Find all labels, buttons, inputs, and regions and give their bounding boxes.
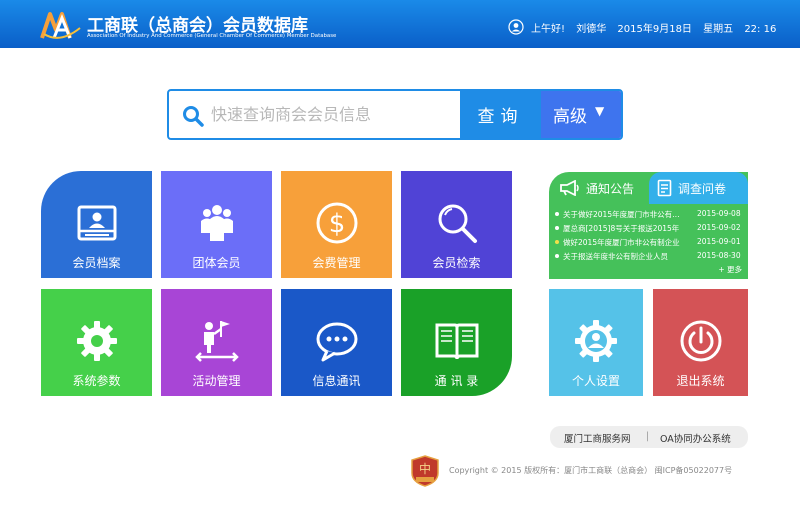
tile-fee-management[interactable]: $ 会费管理	[281, 171, 392, 278]
tile-personal-settings[interactable]: 个人设置	[549, 289, 643, 396]
chevron-down-icon: ▼	[595, 103, 605, 118]
tile-messaging[interactable]: 信息通讯	[281, 289, 392, 396]
link-oa-system[interactable]: OA协同办公系统	[660, 431, 731, 445]
list-item[interactable]: 关于做好2015年度厦门市非公有制企业 2015-09-08	[549, 208, 748, 222]
tile-label: 退出系统	[676, 374, 725, 388]
link-xiamen-business-service[interactable]: 厦门工商服务网	[564, 431, 631, 445]
tab-survey-label: 调查问卷	[678, 181, 727, 196]
quick-links: 厦门工商服务网 | OA协同办公系统	[550, 426, 748, 448]
megaphone-icon	[560, 180, 579, 196]
link-separator: |	[646, 431, 650, 442]
user-icon[interactable]	[508, 19, 524, 35]
notice-date: 2015-09-08	[697, 209, 741, 218]
seal-char: 中	[419, 461, 431, 476]
notice-tabs: 通知公告 调查问卷	[549, 172, 748, 204]
list-item[interactable]: 做好2015年度厦门市非公有制企业 2015-09-01	[549, 236, 748, 250]
tile-label: 会员档案	[72, 256, 121, 270]
notice-panel: 通知公告 调查问卷 关于做好2015年度厦门市非公有制企业 2015-09-08…	[549, 172, 748, 279]
user-name[interactable]: 刘德华	[576, 24, 606, 35]
app-logo-icon	[40, 12, 81, 39]
tile-label: 系统参数	[72, 374, 121, 388]
notice-title: 做好2015年度厦门市非公有制企业	[563, 238, 680, 247]
seal-logo-icon: 中	[411, 455, 439, 487]
list-item[interactable]: 关于报送年度非公有制企业人员 2015-08-30	[549, 250, 748, 264]
tile-label: 活动管理	[192, 374, 241, 388]
tile-label: 信息通讯	[312, 374, 361, 388]
top-header: 工商联（总商会）会员数据库 Association Of Industry An…	[0, 0, 800, 48]
open-book-icon	[435, 323, 478, 360]
tile-label: 团体会员	[192, 256, 241, 270]
tile-label: 会员检索	[432, 256, 481, 270]
current-date: 2015年9月18日	[617, 24, 692, 35]
power-icon	[680, 320, 721, 362]
notice-date: 2015-09-01	[697, 237, 741, 246]
more-link[interactable]: + 更多	[718, 264, 742, 275]
bullet-icon	[555, 254, 559, 258]
tile-member-search[interactable]: 会员检索	[401, 171, 512, 278]
gear-icon	[76, 321, 117, 361]
current-time: 22: 16	[744, 24, 777, 35]
tile-label: 通 讯 录	[434, 374, 479, 388]
greeting-text: 上午好!	[531, 24, 566, 35]
chat-bubble-icon	[316, 322, 357, 362]
member-archive-icon	[77, 205, 116, 241]
advanced-search-label: 高级	[553, 107, 587, 127]
tile-activity-management[interactable]: 活动管理	[161, 289, 272, 396]
search-icon	[183, 106, 204, 127]
notice-date: 2015-09-02	[697, 223, 741, 232]
activity-flag-icon	[194, 321, 239, 362]
greeting-bar: 上午好! 刘德华 2015年9月18日 星期五 22: 16	[531, 20, 784, 35]
tile-label: 会费管理	[312, 256, 361, 270]
bullet-icon	[555, 212, 559, 216]
copyright-text: Copyright © 2015 版权所有：厦门市工商联（总商会） 闽ICP备0…	[449, 466, 733, 475]
tile-logout[interactable]: 退出系统	[653, 289, 748, 396]
group-people-icon	[200, 205, 233, 241]
dollar-icon: $	[316, 202, 357, 244]
notice-date: 2015-08-30	[697, 251, 741, 260]
app-subtitle: Association Of Industry And Commerce (Ge…	[87, 33, 337, 39]
search-bar: 查询 高级 ▼	[167, 89, 623, 140]
notice-title: 厦总商[2015]8号关于报送2015年	[563, 224, 680, 233]
bullet-icon	[555, 240, 559, 244]
tab-notice[interactable]: 通知公告	[549, 172, 649, 204]
tile-group-member[interactable]: 团体会员	[161, 171, 272, 278]
notice-title: 关于做好2015年度厦门市非公有制企业	[563, 210, 681, 219]
notice-list: 关于做好2015年度厦门市非公有制企业 2015-09-08 厦总商[2015]…	[549, 208, 748, 264]
list-item[interactable]: 厦总商[2015]8号关于报送2015年 2015-09-02	[549, 222, 748, 236]
tile-address-book[interactable]: 通 讯 录	[401, 289, 512, 396]
footer-logo: 中	[410, 455, 440, 487]
tab-survey[interactable]: 调查问卷	[649, 172, 748, 204]
survey-form-icon	[657, 179, 672, 197]
search-button[interactable]: 查询	[460, 91, 541, 138]
magnifier-icon	[438, 204, 477, 243]
tile-system-params[interactable]: 系统参数	[41, 289, 152, 396]
tile-label: 个人设置	[571, 374, 620, 388]
svg-text:$: $	[328, 209, 345, 239]
advanced-search-button[interactable]: 高级 ▼	[541, 91, 621, 138]
user-gear-icon	[575, 320, 617, 362]
tab-notice-label: 通知公告	[586, 181, 635, 196]
search-input[interactable]	[211, 99, 456, 130]
tile-member-archive[interactable]: 会员档案	[41, 171, 152, 278]
current-weekday: 星期五	[703, 24, 734, 35]
bullet-icon	[555, 226, 559, 230]
notice-title: 关于报送年度非公有制企业人员	[563, 252, 668, 261]
